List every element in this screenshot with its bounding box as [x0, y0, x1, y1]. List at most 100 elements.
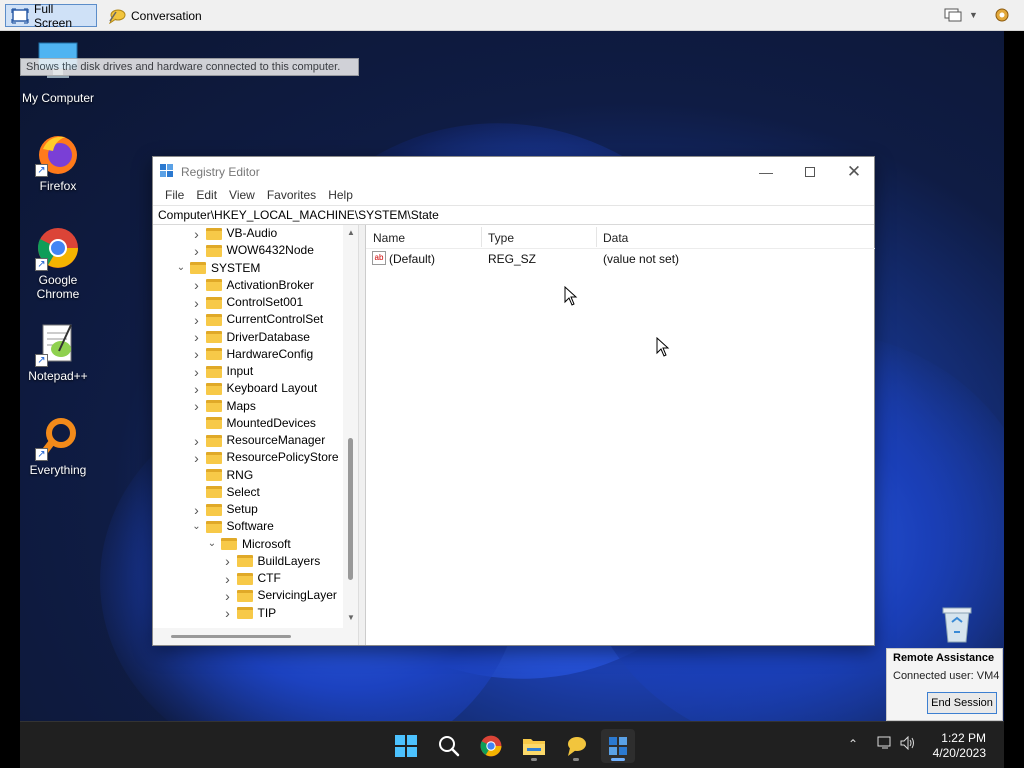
tree-item[interactable]: MountedDevices [191, 415, 316, 432]
close-icon: ✕ [846, 161, 862, 181]
scroll-up-icon[interactable]: ▲ [347, 228, 355, 237]
chevron-right-icon[interactable]: › [191, 365, 203, 379]
chevron-right-icon[interactable]: › [191, 399, 203, 413]
chevron-right-icon[interactable]: › [191, 244, 203, 258]
chevron-down-icon[interactable]: ⌄ [175, 262, 187, 274]
tree-item[interactable]: ⌄ Software [191, 518, 274, 535]
tree-item[interactable]: › Keyboard Layout [191, 380, 317, 397]
tree-item[interactable]: › Input [191, 363, 253, 380]
title-bar[interactable]: Registry Editor — ✕ [153, 157, 874, 186]
chevron-down-icon[interactable]: ▼ [969, 10, 987, 26]
taskbar-chrome[interactable] [474, 729, 508, 763]
tree-item[interactable]: › BuildLayers [222, 553, 320, 570]
menu-view[interactable]: View [223, 186, 261, 205]
taskbar-remote-assistance[interactable] [559, 729, 593, 763]
chevron-down-icon[interactable]: ⌄ [191, 521, 203, 533]
shortcut-arrow-icon: ↗ [35, 164, 48, 177]
chevron-right-icon[interactable]: › [191, 296, 203, 310]
tree-item[interactable]: › CurrentControlSet [191, 311, 323, 328]
taskbar-file-explorer[interactable] [517, 729, 551, 763]
column-name-header[interactable]: Name [373, 231, 405, 245]
column-data-header[interactable]: Data [603, 231, 628, 245]
tree-horizontal-scrollbar[interactable] [153, 628, 358, 645]
chat-icon [108, 8, 126, 24]
tree-vertical-scrollbar[interactable]: ▲ ▼ [343, 225, 358, 628]
shortcut-arrow-icon: ↗ [35, 354, 48, 367]
maximize-icon [805, 166, 815, 177]
tree-item-label: TIP [257, 605, 277, 620]
tree-item[interactable]: › Maps [191, 398, 256, 415]
folder-icon [205, 244, 222, 257]
tree-item[interactable]: Select [191, 484, 260, 501]
network-icon[interactable] [877, 736, 893, 753]
chevron-right-icon[interactable]: › [191, 313, 203, 327]
chevron-right-icon[interactable]: › [222, 572, 234, 586]
menu-edit[interactable]: Edit [190, 186, 223, 205]
minimize-button[interactable]: — [744, 157, 788, 186]
maximize-button[interactable] [788, 157, 832, 186]
clock[interactable]: 1:22 PM 4/20/2023 [926, 731, 986, 761]
chevron-right-icon[interactable]: › [222, 554, 234, 568]
tree-item[interactable]: › TIP [222, 605, 277, 622]
chevron-right-icon[interactable]: › [191, 278, 203, 292]
tree-item[interactable]: › HardwareConfig [191, 346, 313, 363]
tree-item[interactable]: › Setup [191, 501, 258, 518]
mouse-cursor-icon [656, 337, 670, 357]
tree-item[interactable]: RNG [191, 467, 253, 484]
chevron-right-icon[interactable]: › [191, 382, 203, 396]
end-session-button[interactable]: End Session [927, 692, 997, 714]
tree-item[interactable]: › DriverDatabase [191, 329, 310, 346]
desktop-icon-everything[interactable]: ↗ Everything [20, 415, 96, 477]
chevron-right-icon[interactable]: › [222, 606, 234, 620]
desktop-icon-firefox[interactable]: ↗ Firefox [20, 131, 96, 193]
chevron-right-icon[interactable]: › [191, 330, 203, 344]
key-tree[interactable]: › VB-Audio › WOW6432Node ⌄ SYSTEM › ActivationB… [153, 225, 359, 645]
desktop-icon-label: Notepad++ [28, 369, 88, 383]
help-icon[interactable] [993, 7, 1011, 23]
chevron-right-icon[interactable]: › [191, 347, 203, 361]
column-type-header[interactable]: Type [488, 231, 514, 245]
volume-icon[interactable] [900, 735, 916, 753]
menu-favorites[interactable]: Favorites [261, 186, 322, 205]
start-button[interactable] [389, 729, 423, 763]
address-bar[interactable]: Computer\HKEY_LOCAL_MACHINE\SYSTEM\State [153, 205, 874, 225]
scroll-down-icon[interactable]: ▼ [347, 613, 355, 622]
full-screen-button[interactable]: Full Screen [5, 2, 97, 30]
desktop-icon-google-chrome[interactable]: ↗ Google Chrome [20, 225, 96, 301]
tree-item-label: ControlSet001 [226, 295, 304, 309]
menu-file[interactable]: File [159, 186, 190, 205]
chevron-right-icon[interactable]: › [191, 227, 203, 241]
tree-item[interactable]: › ActivationBroker [191, 277, 314, 294]
tree-item[interactable]: › ControlSet001 [191, 294, 304, 311]
chevron-right-icon[interactable]: › [191, 434, 203, 448]
chevron-down-icon[interactable]: ⌄ [206, 538, 218, 550]
scrollbar-thumb[interactable] [348, 438, 353, 580]
recycle-bin-icon[interactable] [940, 604, 974, 644]
values-list[interactable]: Name Type Data ab (Default) REG_SZ (valu… [365, 225, 875, 645]
tree-item[interactable]: › ResourceManager [191, 432, 325, 449]
desktop-icon-notepad-plus-plus[interactable]: ↗ Notepad++ [20, 321, 96, 383]
close-button[interactable]: ✕ [832, 157, 876, 186]
tree-item[interactable]: › ServicingLayer [222, 587, 337, 604]
scrollbar-thumb[interactable] [171, 635, 291, 638]
search-button[interactable] [432, 729, 466, 763]
folder-icon [236, 589, 253, 602]
tree-item[interactable]: ⌄ Microsoft [206, 536, 291, 553]
tree-item-label: ActivationBroker [226, 277, 314, 292]
tree-item[interactable]: › ResourcePolicyStore [191, 449, 338, 466]
chevron-right-icon[interactable]: › [222, 589, 234, 603]
desktop-icon-label: My Computer [21, 91, 95, 105]
chevron-right-icon[interactable]: › [191, 503, 203, 517]
tree-item[interactable]: › VB-Audio [191, 225, 277, 242]
conversation-button[interactable]: Conversation [103, 4, 207, 27]
monitor-icon[interactable] [944, 7, 962, 23]
chevron-right-icon[interactable]: › [191, 451, 203, 465]
taskbar-registry-editor[interactable] [601, 729, 635, 763]
tree-item-label: MountedDevices [226, 415, 316, 430]
tree-item[interactable]: ⌄ SYSTEM [175, 260, 261, 277]
tree-item[interactable]: › WOW6432Node [191, 242, 314, 259]
tree-item[interactable]: › CTF [222, 570, 281, 587]
chevron-up-icon[interactable]: ⌃ [848, 737, 858, 751]
menu-help[interactable]: Help [322, 186, 359, 205]
firefox-icon: ↗ [35, 131, 81, 177]
